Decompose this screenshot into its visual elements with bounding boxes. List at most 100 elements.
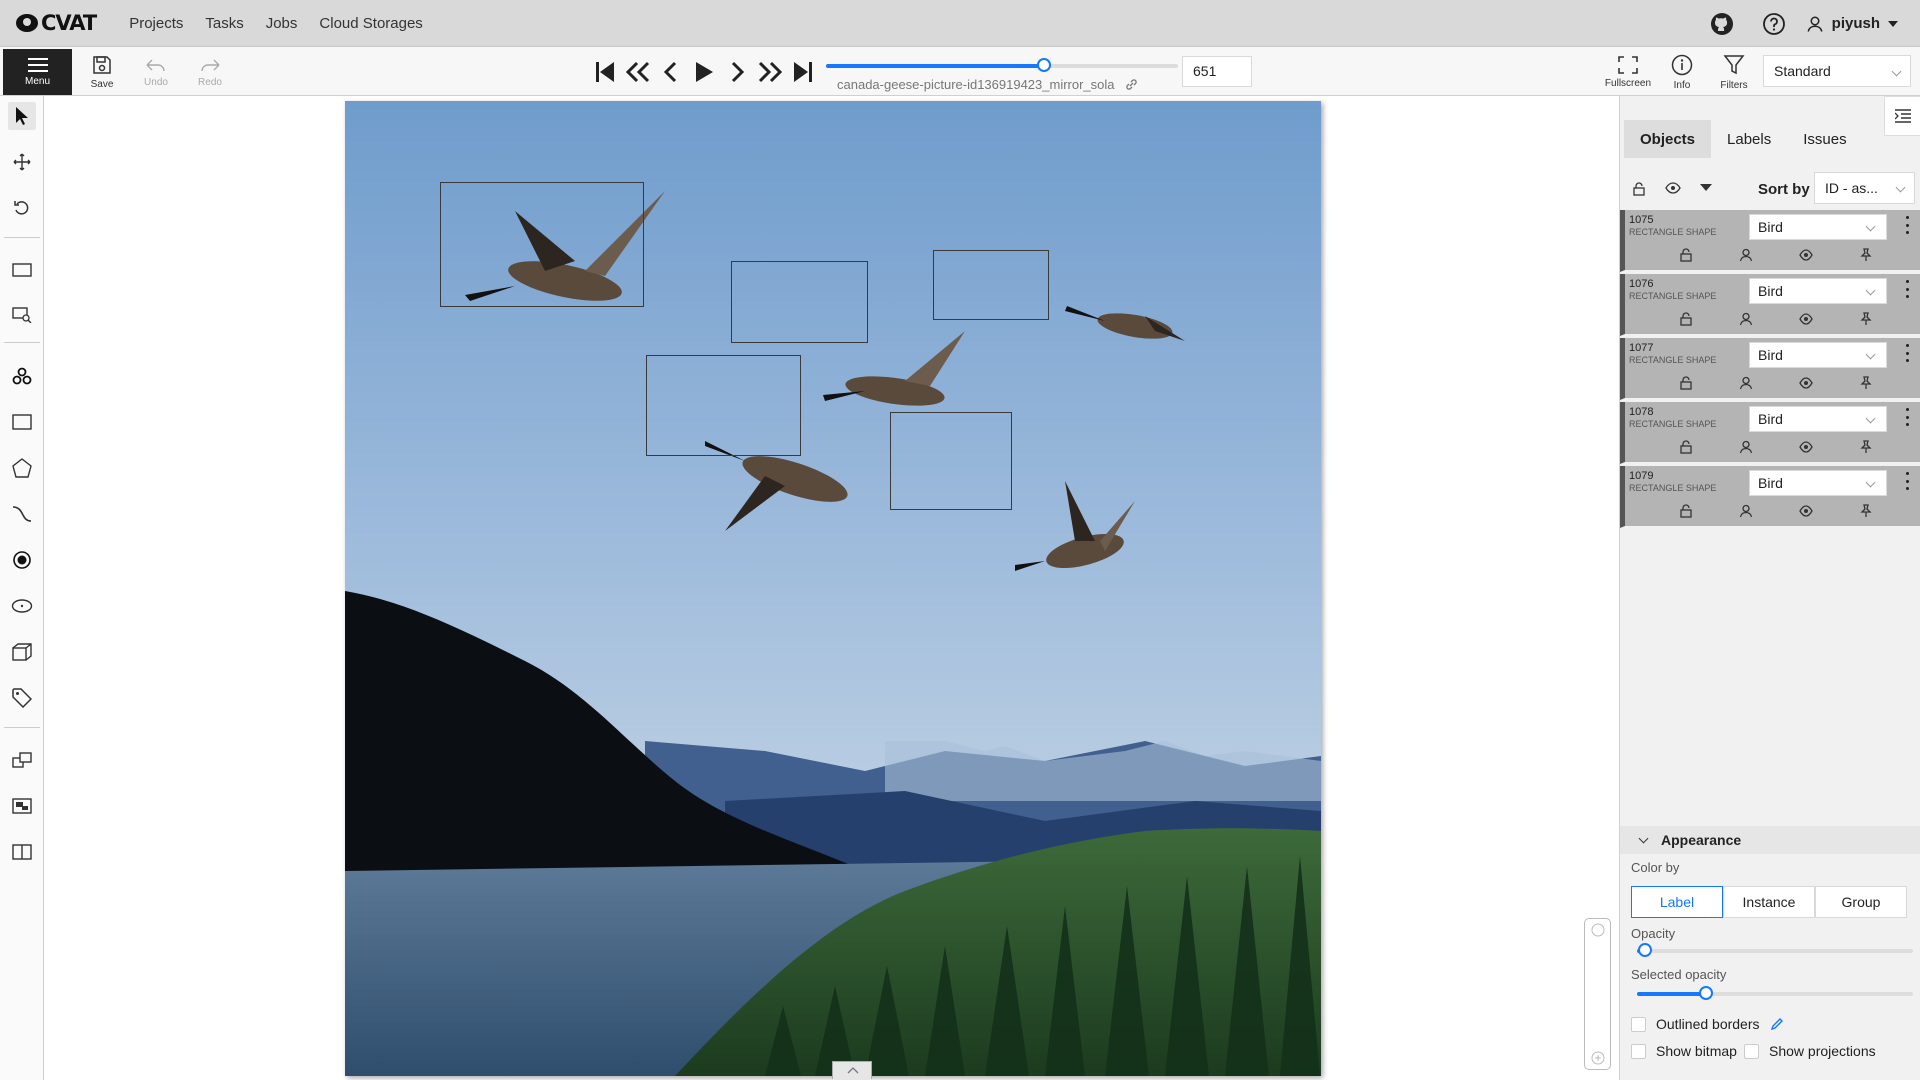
undo-button[interactable]: Undo [132, 50, 180, 94]
more-options-icon[interactable] [1905, 472, 1909, 490]
fast-forward-button[interactable] [753, 57, 786, 87]
bottom-panel-toggle[interactable] [832, 1061, 872, 1079]
save-button[interactable]: Save [78, 50, 126, 94]
opacity-slider[interactable] [1637, 943, 1913, 957]
next-frame-button[interactable] [720, 57, 753, 87]
user-icon[interactable] [1739, 504, 1753, 518]
tab-objects[interactable]: Objects [1624, 120, 1712, 158]
object-label-select[interactable]: Bird [1749, 470, 1887, 496]
nav-projects[interactable]: Projects [129, 15, 183, 32]
fast-backward-button[interactable] [621, 57, 654, 87]
lock-icon[interactable] [1679, 376, 1693, 390]
play-button[interactable] [687, 57, 720, 87]
bounding-box-1076[interactable] [731, 261, 868, 343]
opacity-slider-handle[interactable] [1638, 943, 1653, 957]
eye-icon[interactable] [1799, 440, 1813, 454]
object-label-select[interactable]: Bird [1749, 342, 1887, 368]
more-options-icon[interactable] [1905, 280, 1909, 298]
draw-cuboid-tool[interactable] [8, 638, 36, 666]
link-icon[interactable] [1125, 78, 1138, 91]
pin-icon[interactable] [1859, 440, 1873, 454]
unlock-icon[interactable] [1632, 182, 1646, 196]
user-icon[interactable] [1739, 440, 1753, 454]
object-label-select[interactable]: Bird [1749, 214, 1887, 240]
bounding-box-1078[interactable] [646, 355, 801, 456]
redo-button[interactable]: Redo [186, 50, 234, 94]
show-projections-checkbox[interactable]: Show projections [1744, 1043, 1876, 1059]
pin-icon[interactable] [1859, 376, 1873, 390]
eye-icon[interactable] [1665, 182, 1681, 194]
more-options-icon[interactable] [1905, 344, 1909, 362]
pin-icon[interactable] [1859, 248, 1873, 262]
pin-icon[interactable] [1859, 504, 1873, 518]
eye-icon[interactable] [1799, 312, 1813, 326]
eye-icon[interactable] [1799, 504, 1813, 518]
color-by-instance-option[interactable]: Instance [1723, 886, 1815, 918]
color-by-group-option[interactable]: Group [1815, 886, 1907, 918]
frame-image[interactable] [345, 101, 1321, 1076]
object-item[interactable]: 1079 RECTANGLE SHAPE Bird [1620, 466, 1920, 528]
canvas-zoom-control[interactable] [1584, 918, 1611, 1070]
last-frame-button[interactable] [786, 57, 819, 87]
eye-icon[interactable] [1799, 376, 1813, 390]
cursor-tool[interactable] [8, 102, 36, 130]
sort-by-select[interactable]: ID - as... [1814, 172, 1915, 204]
info-button[interactable]: Info [1660, 50, 1704, 94]
object-item[interactable]: 1076 RECTANGLE SHAPE Bird [1620, 274, 1920, 336]
draw-polyline-tool[interactable] [8, 500, 36, 528]
frame-slider-handle[interactable] [1037, 58, 1052, 72]
group-shapes-tool[interactable] [8, 792, 36, 820]
selected-opacity-slider-handle[interactable] [1699, 986, 1713, 1000]
caret-down-icon[interactable] [1700, 184, 1712, 192]
frame-number-input[interactable]: 651 [1182, 56, 1252, 87]
nav-cloud-storages[interactable]: Cloud Storages [319, 15, 422, 32]
user-menu[interactable]: piyush [1806, 15, 1906, 33]
object-item[interactable]: 1077 RECTANGLE SHAPE Bird [1620, 338, 1920, 400]
merge-shapes-tool[interactable] [8, 746, 36, 774]
setup-tag-tool[interactable] [8, 684, 36, 712]
previous-frame-button[interactable] [654, 57, 687, 87]
fit-image-tool[interactable] [8, 256, 36, 284]
filters-button[interactable]: Filters [1712, 50, 1756, 94]
object-label-select[interactable]: Bird [1749, 278, 1887, 304]
object-item[interactable]: 1078 RECTANGLE SHAPE Bird [1620, 402, 1920, 464]
draw-points-tool[interactable] [8, 546, 36, 574]
object-item[interactable]: 1075 RECTANGLE SHAPE Bird [1620, 210, 1920, 272]
split-track-tool[interactable] [8, 838, 36, 866]
selected-opacity-slider[interactable] [1637, 986, 1913, 1000]
workspace-select[interactable]: Standard [1763, 55, 1911, 87]
fullscreen-button[interactable]: Fullscreen [1600, 50, 1656, 94]
more-options-icon[interactable] [1905, 216, 1909, 234]
user-icon[interactable] [1739, 248, 1753, 262]
nav-tasks[interactable]: Tasks [205, 15, 243, 32]
help-icon[interactable] [1761, 11, 1787, 37]
color-picker-icon[interactable] [1770, 1017, 1784, 1031]
lock-icon[interactable] [1679, 504, 1693, 518]
draw-polygon-tool[interactable] [8, 454, 36, 482]
object-label-select[interactable]: Bird [1749, 406, 1887, 432]
lock-icon[interactable] [1679, 312, 1693, 326]
outlined-borders-checkbox[interactable]: Outlined borders [1631, 1016, 1784, 1032]
user-icon[interactable] [1739, 312, 1753, 326]
menu-button[interactable]: Menu [3, 49, 72, 95]
lock-icon[interactable] [1679, 248, 1693, 262]
zoom-region-tool[interactable] [8, 301, 36, 329]
show-bitmap-checkbox[interactable]: Show bitmap [1631, 1043, 1737, 1059]
move-tool[interactable] [8, 148, 36, 176]
nav-jobs[interactable]: Jobs [266, 15, 298, 32]
collapse-sidebar-button[interactable] [1884, 96, 1920, 136]
appearance-header[interactable]: Appearance [1620, 826, 1920, 854]
bounding-box-1077[interactable] [933, 250, 1049, 320]
first-frame-button[interactable] [588, 57, 621, 87]
color-by-label-option[interactable]: Label [1631, 886, 1723, 918]
rotate-tool[interactable] [8, 194, 36, 222]
tab-labels[interactable]: Labels [1711, 120, 1787, 158]
user-icon[interactable] [1739, 376, 1753, 390]
tab-issues[interactable]: Issues [1787, 120, 1862, 158]
pin-icon[interactable] [1859, 312, 1873, 326]
ai-tools[interactable] [8, 362, 36, 390]
github-icon[interactable] [1709, 11, 1735, 37]
annotation-canvas[interactable] [44, 96, 1619, 1080]
lock-icon[interactable] [1679, 440, 1693, 454]
cvat-logo[interactable]: CVAT [16, 0, 97, 47]
